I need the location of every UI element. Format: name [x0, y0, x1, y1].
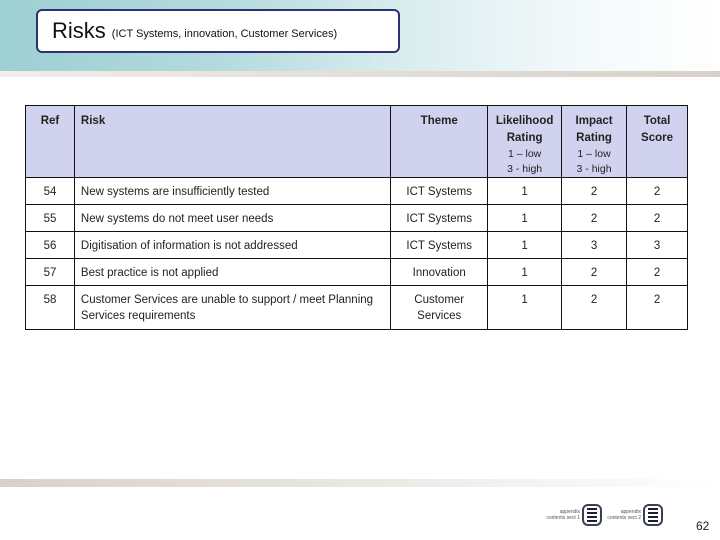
cell-total: 2: [626, 258, 688, 286]
cell-risk: New systems are insufficiently tested: [73, 177, 392, 205]
cell-impact: 3: [561, 231, 628, 259]
cell-total: 2: [626, 285, 688, 330]
cell-theme: ICT Systems: [390, 204, 489, 232]
cell-risk: New systems do not meet user needs: [73, 204, 392, 232]
cell-theme: Innovation: [390, 258, 489, 286]
cell-impact: 2: [561, 258, 628, 286]
header-total-score: Total Score: [626, 105, 688, 178]
cell-impact: 2: [561, 285, 628, 330]
table-row: 54 New systems are insufficiently tested…: [25, 177, 688, 205]
cell-risk: Customer Services are unable to support …: [73, 285, 392, 330]
header-impact-label: Impact Rating: [575, 115, 613, 144]
slide-title: Risks: [52, 18, 106, 43]
appendix-contents-sect-1-button[interactable]: appendix contents sect 1: [546, 502, 606, 528]
title-box: Risks (ICT Systems, innovation, Customer…: [36, 9, 400, 53]
cell-ref: 58: [25, 285, 75, 330]
impact-scale-low: 1 – low: [577, 148, 611, 160]
cell-likelihood: 1: [487, 285, 563, 330]
header-ref: Ref: [25, 105, 75, 178]
list-icon: [582, 504, 602, 526]
risk-table: Ref Risk Theme Likelihood Rating 1 – low…: [25, 105, 688, 330]
likelihood-scale-high: 3 - high: [507, 163, 543, 175]
table-row: 55 New systems do not meet user needs IC…: [25, 204, 688, 232]
table-row: 56 Digitisation of information is not ad…: [25, 231, 688, 259]
appendix-contents-sect-2-button[interactable]: appendix contents sect 2: [607, 502, 667, 528]
cell-ref: 57: [25, 258, 75, 286]
cell-ref: 56: [25, 231, 75, 259]
cell-risk: Best practice is not applied: [73, 258, 392, 286]
cell-likelihood: 1: [487, 231, 563, 259]
cell-theme: ICT Systems: [390, 231, 489, 259]
header-risk: Risk: [73, 105, 392, 178]
header-impact: Impact Rating 1 – low 3 - high: [561, 105, 628, 178]
header-likelihood: Likelihood Rating 1 – low 3 - high: [487, 105, 563, 178]
cell-total: 2: [626, 177, 688, 205]
header-divider: [0, 71, 720, 77]
likelihood-scale-low: 1 – low: [507, 148, 542, 160]
table-row: 57 Best practice is not applied Innovati…: [25, 258, 688, 286]
cell-impact: 2: [561, 204, 628, 232]
footer-divider: [0, 479, 720, 487]
header-theme: Theme: [390, 105, 489, 178]
cell-theme: Customer Services: [390, 285, 489, 330]
cell-likelihood: 1: [487, 177, 563, 205]
cell-theme: ICT Systems: [390, 177, 489, 205]
cell-ref: 55: [25, 204, 75, 232]
cell-total: 2: [626, 204, 688, 232]
list-icon: [643, 504, 663, 526]
cell-likelihood: 1: [487, 258, 563, 286]
cell-total: 3: [626, 231, 688, 259]
header-likelihood-label: Likelihood Rating: [495, 115, 554, 144]
nav-button-label: appendix contents sect 1: [546, 509, 580, 521]
cell-likelihood: 1: [487, 204, 563, 232]
nav-button-label: appendix contents sect 2: [607, 509, 641, 521]
impact-scale-high: 3 - high: [576, 163, 612, 175]
cell-risk: Digitisation of information is not addre…: [73, 231, 392, 259]
cell-impact: 2: [561, 177, 628, 205]
slide-subtitle: (ICT Systems, innovation, Customer Servi…: [111, 28, 338, 40]
table-header-row: Ref Risk Theme Likelihood Rating 1 – low…: [25, 105, 688, 178]
table-row: 58 Customer Services are unable to suppo…: [25, 285, 688, 330]
cell-ref: 54: [25, 177, 75, 205]
page-number: 62: [696, 519, 710, 533]
